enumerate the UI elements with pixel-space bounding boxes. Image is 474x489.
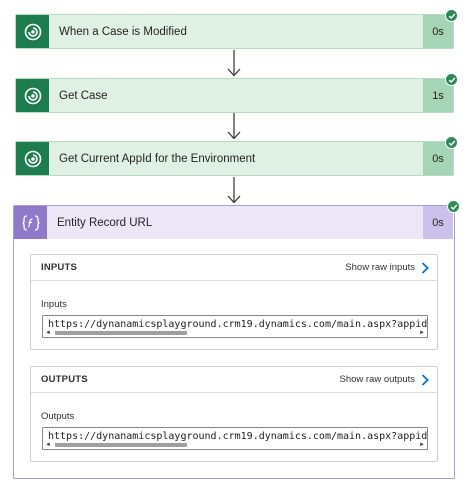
step-get-case[interactable]: Get Case 1s <box>15 73 458 113</box>
outputs-section: OUTPUTS Show raw outputs Outputs https:/… <box>30 366 438 462</box>
outputs-value-box[interactable]: https://dynanamicsplayground.crm19.dynam… <box>42 427 428 450</box>
dataverse-icon <box>16 79 49 112</box>
inputs-value-box[interactable]: https://dynanamicsplayground.crm19.dynam… <box>42 315 428 338</box>
scroll-right-icon[interactable]: ► <box>419 330 425 336</box>
step-get-current-appid[interactable]: Get Current AppId for the Environment 0s <box>15 136 458 176</box>
horizontal-scrollbar[interactable] <box>45 443 425 448</box>
step-title: Get Current AppId for the Environment <box>59 152 256 165</box>
inputs-section: INPUTS Show raw inputs Inputs https://dy… <box>30 254 438 350</box>
outputs-section-header: OUTPUTS Show raw outputs <box>31 367 437 393</box>
check-icon <box>447 200 460 213</box>
compose-header[interactable]: Entity Record URL 0s <box>14 206 453 239</box>
scroll-right-icon[interactable]: ► <box>419 442 425 448</box>
step-when-case-modified[interactable]: When a Case is Modified 0s <box>15 9 458 49</box>
arrow-down-icon <box>227 50 241 77</box>
arrow-down-icon <box>227 177 241 204</box>
scrollbar-thumb[interactable] <box>55 443 187 447</box>
inputs-label: Inputs <box>41 299 67 310</box>
dataverse-icon <box>16 142 49 175</box>
section-title: INPUTS <box>41 262 78 273</box>
check-icon <box>445 73 458 86</box>
show-raw-outputs-link[interactable]: Show raw outputs <box>339 373 429 386</box>
scrollbar-thumb[interactable] <box>55 331 187 335</box>
chevron-right-icon <box>421 261 429 274</box>
step-title: Get Case <box>59 89 108 102</box>
step-entity-record-url: Entity Record URL 0s INPUTS Show raw inp… <box>13 200 460 479</box>
step-title: When a Case is Modified <box>59 25 187 38</box>
compose-icon <box>14 206 47 239</box>
dataverse-icon <box>16 15 49 48</box>
horizontal-scrollbar[interactable] <box>45 331 425 336</box>
check-icon <box>445 136 458 149</box>
show-raw-inputs-link[interactable]: Show raw inputs <box>345 261 429 274</box>
outputs-value: https://dynanamicsplayground.crm19.dynam… <box>48 431 428 442</box>
link-label: Show raw inputs <box>345 262 415 273</box>
section-title: OUTPUTS <box>41 374 88 385</box>
link-label: Show raw outputs <box>339 374 415 385</box>
chevron-right-icon <box>421 373 429 386</box>
arrow-down-icon <box>227 113 241 140</box>
inputs-value: https://dynanamicsplayground.crm19.dynam… <box>48 319 428 330</box>
outputs-label: Outputs <box>41 411 75 422</box>
step-title: Entity Record URL <box>57 216 153 229</box>
check-icon <box>445 9 458 22</box>
inputs-section-header: INPUTS Show raw inputs <box>31 255 437 281</box>
